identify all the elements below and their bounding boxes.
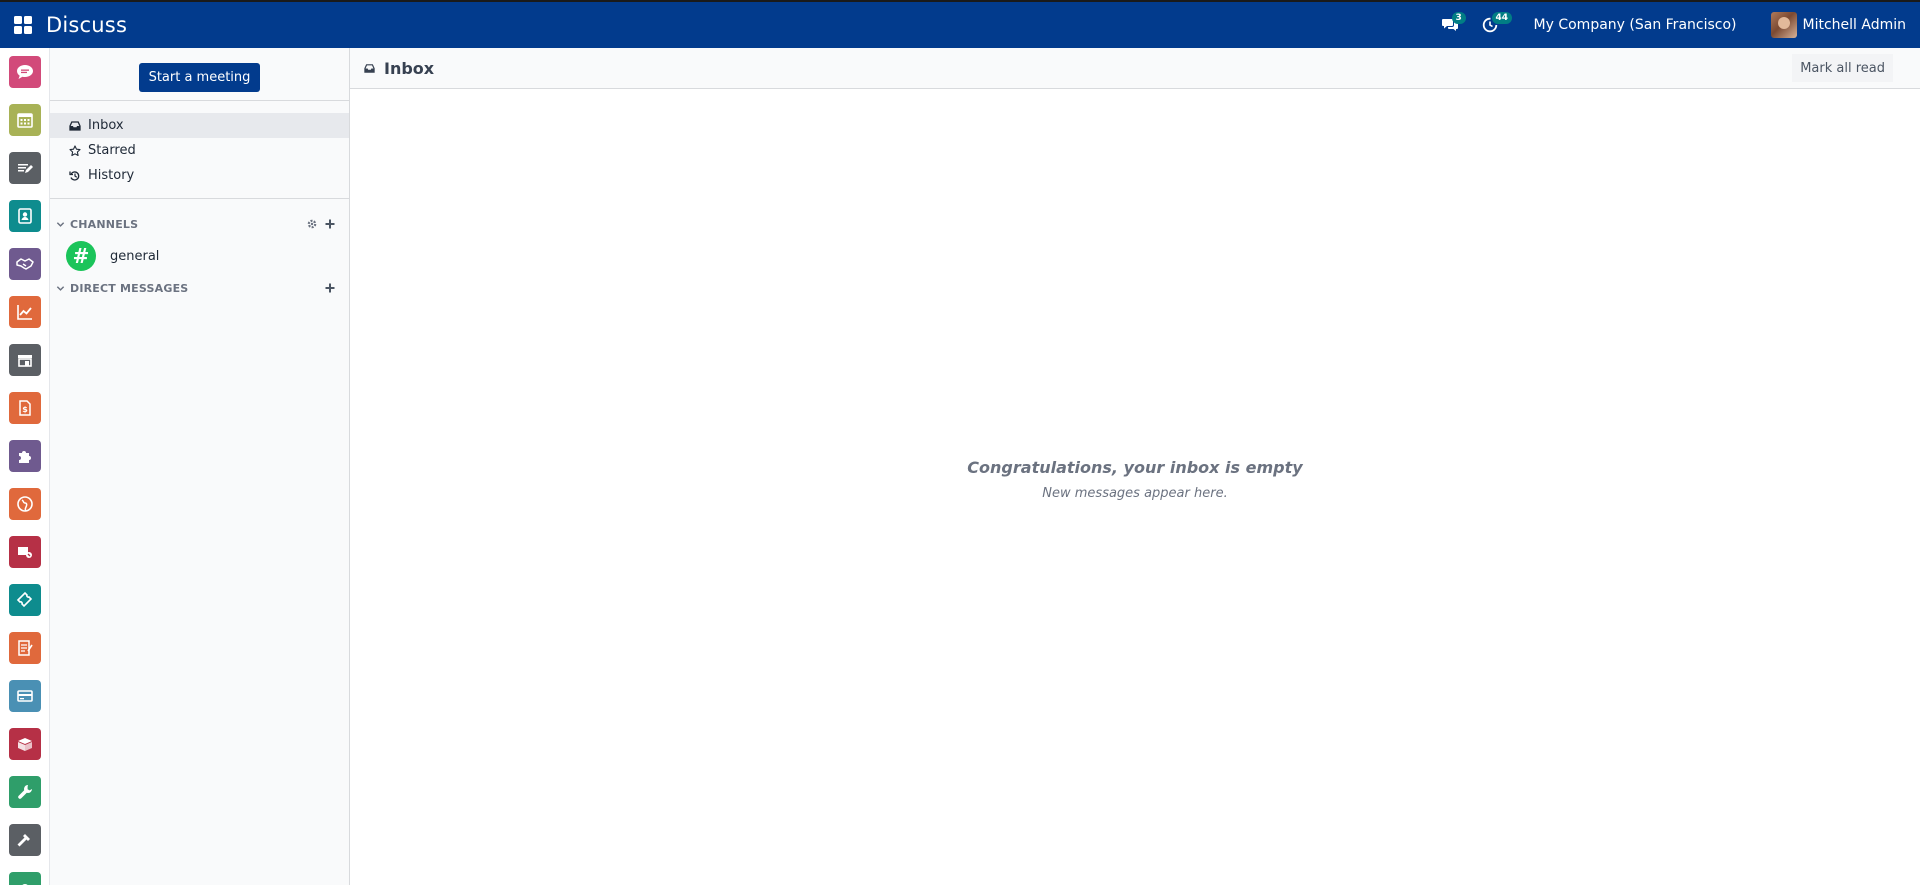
invoicing-app[interactable]: $ [9,392,41,424]
invoice-icon: $ [19,400,31,416]
start-meeting-button[interactable]: Start a meeting [138,62,261,92]
puzzle-icon [19,451,31,463]
mailbox-history-label: History [88,168,135,183]
channel-item-general[interactable]: # general [50,237,349,275]
company-switcher[interactable]: My Company (San Francisco) [1534,17,1737,33]
channels-category-label: CHANNELS [70,217,139,231]
inbox-icon [68,119,82,133]
thread-header: Inbox Mark all read [350,48,1920,89]
user-avatar [1770,12,1797,38]
start-meeting-area: Start a meeting [50,48,349,101]
hashtag-icon: # [66,241,96,271]
more-app[interactable] [9,872,41,885]
inbox-icon [362,61,376,75]
direct-messages-category-actions [323,281,337,295]
empty-inbox-subtitle: New messages appear here. [1042,486,1228,501]
mark-all-read-button[interactable]: Mark all read [1792,54,1893,82]
contact-card-icon [18,208,32,224]
empty-inbox-message: Congratulations, your inbox is empty New… [350,458,1920,501]
hammer-icon [17,834,30,847]
messaging-menu-button[interactable]: 3 [1430,2,1470,48]
box-icon [18,738,32,751]
mailbox-starred[interactable]: Starred [50,138,349,163]
channel-settings-icon[interactable] [305,217,319,231]
app-menu-button[interactable] [0,2,46,48]
chevron-down-icon [54,218,66,230]
systray: 3 44 My Company (San Francisco) Mitchell… [1430,2,1920,48]
calendar-app[interactable] [9,104,41,136]
manufacturing-app[interactable] [9,824,41,856]
contacts-app[interactable] [9,200,41,232]
add-channel-icon[interactable] [323,217,337,231]
empty-inbox-title: Congratulations, your inbox is empty [967,458,1303,477]
chevron-down-icon [54,282,66,294]
channel-name: general [110,248,160,264]
chat-bubble-icon [17,65,33,79]
top-navbar: Discuss 3 44 My Company (San Francisco) … [0,0,1920,48]
user-name: Mitchell Admin [1802,17,1907,33]
wrench-icon [18,785,32,799]
thread-view: Inbox Mark all read Congratulations, you… [350,48,1920,885]
point-of-sale-app[interactable] [9,344,41,376]
grid-icon [14,16,32,34]
direct-messages-category-label: DIRECT MESSAGES [70,281,189,295]
mailbox-inbox-label: Inbox [88,118,124,133]
credit-card-icon [17,690,33,702]
checklist-icon [18,640,33,656]
add-direct-message-icon[interactable] [323,281,337,295]
channels-category: CHANNELS [50,211,349,237]
app-icon [22,884,28,885]
mailbox-starred-label: Starred [88,143,136,158]
direct-messages-category: DIRECT MESSAGES [50,275,349,301]
notes-icon [18,164,33,173]
activities-menu-button[interactable]: 44 [1470,2,1513,48]
globe-icon [17,496,33,512]
notes-app[interactable] [9,152,41,184]
handshake-icon [16,258,34,270]
activities-count-badge: 44 [1491,12,1513,24]
app-launcher-strip: $ [0,48,50,885]
star-icon [68,144,82,158]
user-menu[interactable]: Mitchell Admin [1770,12,1907,38]
mailbox-inbox[interactable]: Inbox [50,113,349,138]
email-marketing-app[interactable] [9,536,41,568]
calendar-icon [17,113,33,128]
direct-messages-category-toggle[interactable]: DIRECT MESSAGES [54,282,188,295]
mailbox-history[interactable]: History [50,163,349,188]
channels-category-toggle[interactable]: CHANNELS [54,218,138,231]
svg-text:$: $ [22,405,28,414]
thread-title: Inbox [384,58,435,78]
channels-category-actions [305,217,337,231]
messages-count-badge: 3 [1451,12,1466,24]
sales-app[interactable] [9,296,41,328]
shop-icon [18,355,32,367]
maintenance-app[interactable] [9,776,41,808]
discuss-sidebar: Start a meeting Inbox Starred History CH… [50,48,350,885]
surveys-app[interactable] [9,632,41,664]
discuss-app[interactable] [9,56,41,88]
crm-app[interactable] [9,248,41,280]
ticket-icon [16,591,33,608]
megaphone-icon [18,547,32,558]
events-app[interactable] [9,584,41,616]
payments-app[interactable] [9,680,41,712]
website-app[interactable] [9,488,41,520]
trend-chart-icon [17,305,32,320]
inventory-app[interactable] [9,728,41,760]
history-icon [68,169,82,183]
mailbox-list: Inbox Starred History [50,101,349,199]
app-title[interactable]: Discuss [46,13,127,37]
project-app[interactable] [9,440,41,472]
